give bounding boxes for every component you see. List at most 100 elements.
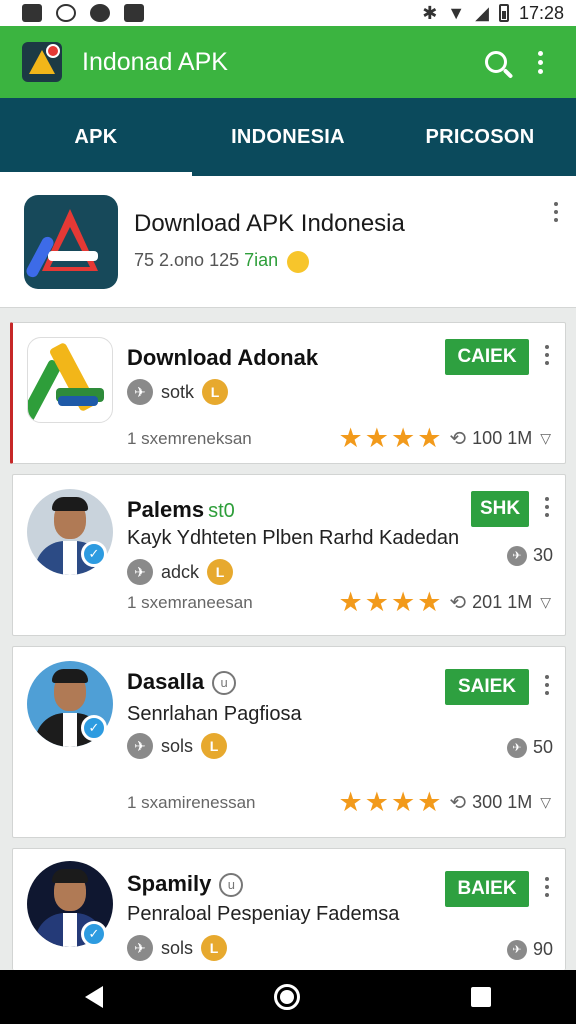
tab-indonesia[interactable]: INDONESIA: [192, 98, 384, 176]
search-button[interactable]: [474, 40, 518, 84]
star-icon: ★: [338, 587, 363, 617]
tab-pricoson[interactable]: PRICOSON: [384, 98, 576, 176]
plane-icon: ✈: [127, 733, 153, 759]
star-icon: ★: [338, 423, 363, 453]
item-title-text: Download Adonak: [127, 345, 319, 370]
back-icon[interactable]: [85, 986, 104, 1008]
more-vert-icon: [554, 202, 558, 222]
more-vert-icon: [545, 675, 549, 695]
featured-meta-green: 7ian: [244, 250, 279, 271]
item-footer: 1 sxemraneesan ★ ★ ★ ★ ⟲ 201 1M ▽: [127, 589, 551, 616]
featured-header[interactable]: Download APK Indonesia 75 2.ono 125 7ian: [0, 176, 576, 308]
item-more-button[interactable]: [545, 675, 549, 695]
item-title: Palems st0: [127, 497, 235, 523]
list-item[interactable]: ✓ Spamily u Penraloal Pespeniay Fademsa ✈…: [12, 848, 566, 970]
status-notifications: [22, 4, 144, 22]
home-icon[interactable]: [273, 984, 300, 1010]
item-subtitle: Kayk Ydhteten Plben Rarhd Kadedan: [127, 527, 460, 549]
chart-icon: [124, 4, 144, 22]
download-count-text: 100 1M: [472, 428, 533, 448]
app-logo-icon: [22, 42, 62, 82]
star-icon: ★: [364, 587, 389, 617]
list-item[interactable]: ✓ Dasalla u Senrlahan Pagfiosa ✈ sols L S…: [12, 646, 566, 838]
item-footer: 1 sxamirenessan ★ ★ ★ ★ ⟲ 300 1M ▽: [127, 789, 551, 816]
download-count: ⟲ 201 1M: [449, 590, 532, 615]
plane-icon: ✈: [506, 545, 527, 566]
item-tags: ✈ adck L: [127, 559, 234, 585]
smile-emoji-icon: [287, 250, 310, 273]
install-button[interactable]: BAIEK: [445, 871, 529, 907]
install-button[interactable]: SAIEK: [445, 669, 529, 705]
item-title: Dasalla u: [127, 669, 237, 696]
info-icon: u: [212, 671, 237, 696]
signal-icon: ◢: [475, 2, 489, 23]
featured-app-icon: [24, 194, 118, 289]
status-system: ✱ ▼ ◢ 17:28: [422, 3, 564, 24]
item-tags: ✈ sotk L: [127, 379, 229, 405]
item-subcount: 1 sxamirenessan: [127, 792, 256, 812]
tab-bar: APK INDONESIA PRICOSON: [0, 98, 576, 176]
rating-stars: ★ ★ ★ ★: [339, 589, 442, 616]
item-tags: ✈ sols L: [127, 733, 228, 759]
item-count-text: 30: [532, 545, 553, 565]
coin-icon: L: [207, 559, 234, 585]
chevron-down-icon[interactable]: ▽: [540, 594, 551, 611]
chevron-down-icon[interactable]: ▽: [540, 430, 551, 447]
rating-stars: ★ ★ ★ ★: [339, 425, 442, 452]
star-icon: ★: [364, 787, 389, 817]
item-more-button[interactable]: [545, 497, 549, 517]
check-badge-icon: ✓: [81, 921, 107, 947]
star-icon: ★: [417, 587, 442, 617]
item-title-text: Palems: [127, 497, 205, 522]
item-tag-text: adck: [161, 561, 200, 582]
chevron-down-icon[interactable]: ▽: [540, 794, 551, 811]
item-title: Download Adonak: [127, 345, 318, 371]
list-item[interactable]: Download Adonak ✈ sotk L CAIEK 1 sxemren…: [10, 322, 566, 464]
rating-stars: ★ ★ ★ ★: [339, 789, 442, 816]
star-icon: ★: [417, 787, 442, 817]
item-count: ✈ 30: [506, 545, 553, 566]
item-subtitle: Penraloal Pespeniay Fademsa: [127, 903, 400, 925]
info-icon: u: [219, 873, 244, 898]
star-icon: ★: [390, 423, 416, 453]
star-icon: ★: [390, 787, 416, 817]
item-count: ✈ 50: [506, 737, 553, 758]
star-icon: ★: [417, 423, 442, 453]
item-title: Spamily u: [127, 871, 244, 898]
download-count-text: 201 1M: [472, 592, 533, 612]
plane-icon: ✈: [127, 559, 153, 585]
item-tags: ✈ sols L: [127, 935, 228, 961]
featured-more-button[interactable]: [554, 202, 558, 222]
item-more-button[interactable]: [545, 345, 549, 365]
plane-icon: ✈: [506, 939, 527, 960]
app-icon: [27, 337, 113, 423]
list-item[interactable]: ✓ Palems st0 Kayk Ydhteten Plben Rarhd Ka…: [12, 474, 566, 636]
star-icon: ★: [364, 423, 389, 453]
download-count-text: 300 1M: [472, 792, 533, 812]
download-count: ⟲ 100 1M: [449, 426, 532, 451]
coin-icon: L: [201, 733, 228, 759]
check-badge-icon: ✓: [81, 715, 107, 741]
gallery-icon: [22, 4, 42, 22]
bluetooth-icon: ✱: [422, 2, 438, 23]
refresh-icon: ⟲: [449, 792, 467, 814]
plane-icon: ✈: [506, 737, 527, 758]
install-button[interactable]: SHK: [471, 491, 529, 527]
recent-apps-icon[interactable]: [470, 987, 491, 1007]
app-icon: [90, 4, 110, 22]
item-count-text: 90: [532, 939, 553, 959]
item-tag-text: sols: [161, 937, 194, 958]
download-count: ⟲ 300 1M: [449, 790, 532, 815]
item-count-text: 50: [532, 737, 553, 757]
item-more-button[interactable]: [545, 877, 549, 897]
system-nav-bar: [0, 970, 576, 1024]
gauge-icon: [56, 4, 76, 22]
search-icon: [485, 51, 507, 73]
overflow-menu-button[interactable]: [518, 40, 562, 84]
install-button[interactable]: CAIEK: [445, 339, 529, 375]
coin-icon: L: [202, 379, 229, 405]
item-tag-text: sols: [161, 735, 194, 756]
tab-apk[interactable]: APK: [0, 98, 192, 176]
item-title-text: Dasalla: [127, 669, 205, 694]
plane-icon: ✈: [127, 935, 153, 961]
